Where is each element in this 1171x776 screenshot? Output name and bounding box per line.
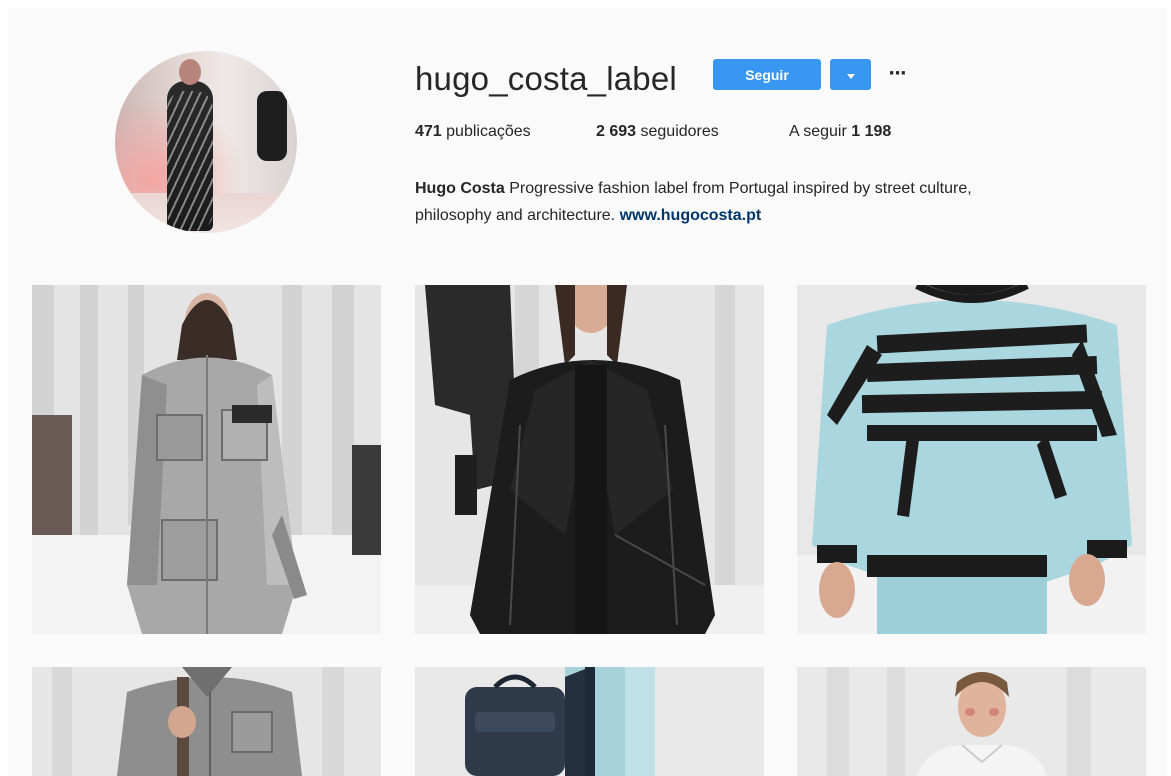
post-image-grey-jacket — [32, 667, 381, 776]
post-image-blue-sweatshirt — [797, 285, 1146, 634]
followers-link[interactable]: 2 693 seguidores — [596, 123, 719, 141]
profile-username: hugo_costa_label — [415, 60, 677, 97]
post-thumbnail[interactable] — [415, 285, 764, 634]
bio-text-line1: Progressive fashion label from Portugal … — [509, 180, 972, 197]
avatar-bg-figure — [257, 91, 287, 161]
posts-count: 471 publicações — [415, 123, 531, 141]
chevron-down-icon — [846, 74, 855, 79]
post-thumbnail[interactable] — [32, 667, 381, 776]
avatar[interactable] — [115, 51, 297, 233]
bio-name: Hugo Costa — [415, 180, 505, 197]
avatar-model-stripes — [167, 91, 213, 231]
profile-page: hugo_costa_label Seguir ··· 471 publicaç… — [8, 8, 1166, 776]
bio-text-line2: philosophy and architecture. — [415, 207, 616, 224]
profile-bio: Hugo Costa Progressive fashion label fro… — [415, 175, 1105, 229]
suggestions-dropdown-button[interactable] — [830, 59, 871, 90]
posts-label: publicações — [446, 123, 531, 140]
post-thumbnail[interactable] — [415, 667, 764, 776]
more-options-icon[interactable]: ··· — [884, 63, 910, 85]
post-thumbnail[interactable] — [797, 667, 1146, 776]
post-image-backpack — [415, 667, 764, 776]
follow-button[interactable]: Seguir — [713, 59, 821, 90]
post-image-white-jacket — [797, 667, 1146, 776]
following-number: 1 198 — [851, 123, 892, 140]
followers-label: seguidores — [640, 123, 719, 140]
post-thumbnail[interactable] — [32, 285, 381, 634]
following-label: A seguir — [789, 123, 847, 140]
followers-number: 2 693 — [596, 123, 637, 140]
post-image-black-coat — [415, 285, 764, 634]
following-link[interactable]: A seguir 1 198 — [789, 123, 891, 141]
post-thumbnail[interactable] — [797, 285, 1146, 634]
posts-number: 471 — [415, 123, 442, 140]
bio-website-link[interactable]: www.hugocosta.pt — [620, 207, 762, 224]
post-image-silver-parka — [32, 285, 381, 634]
